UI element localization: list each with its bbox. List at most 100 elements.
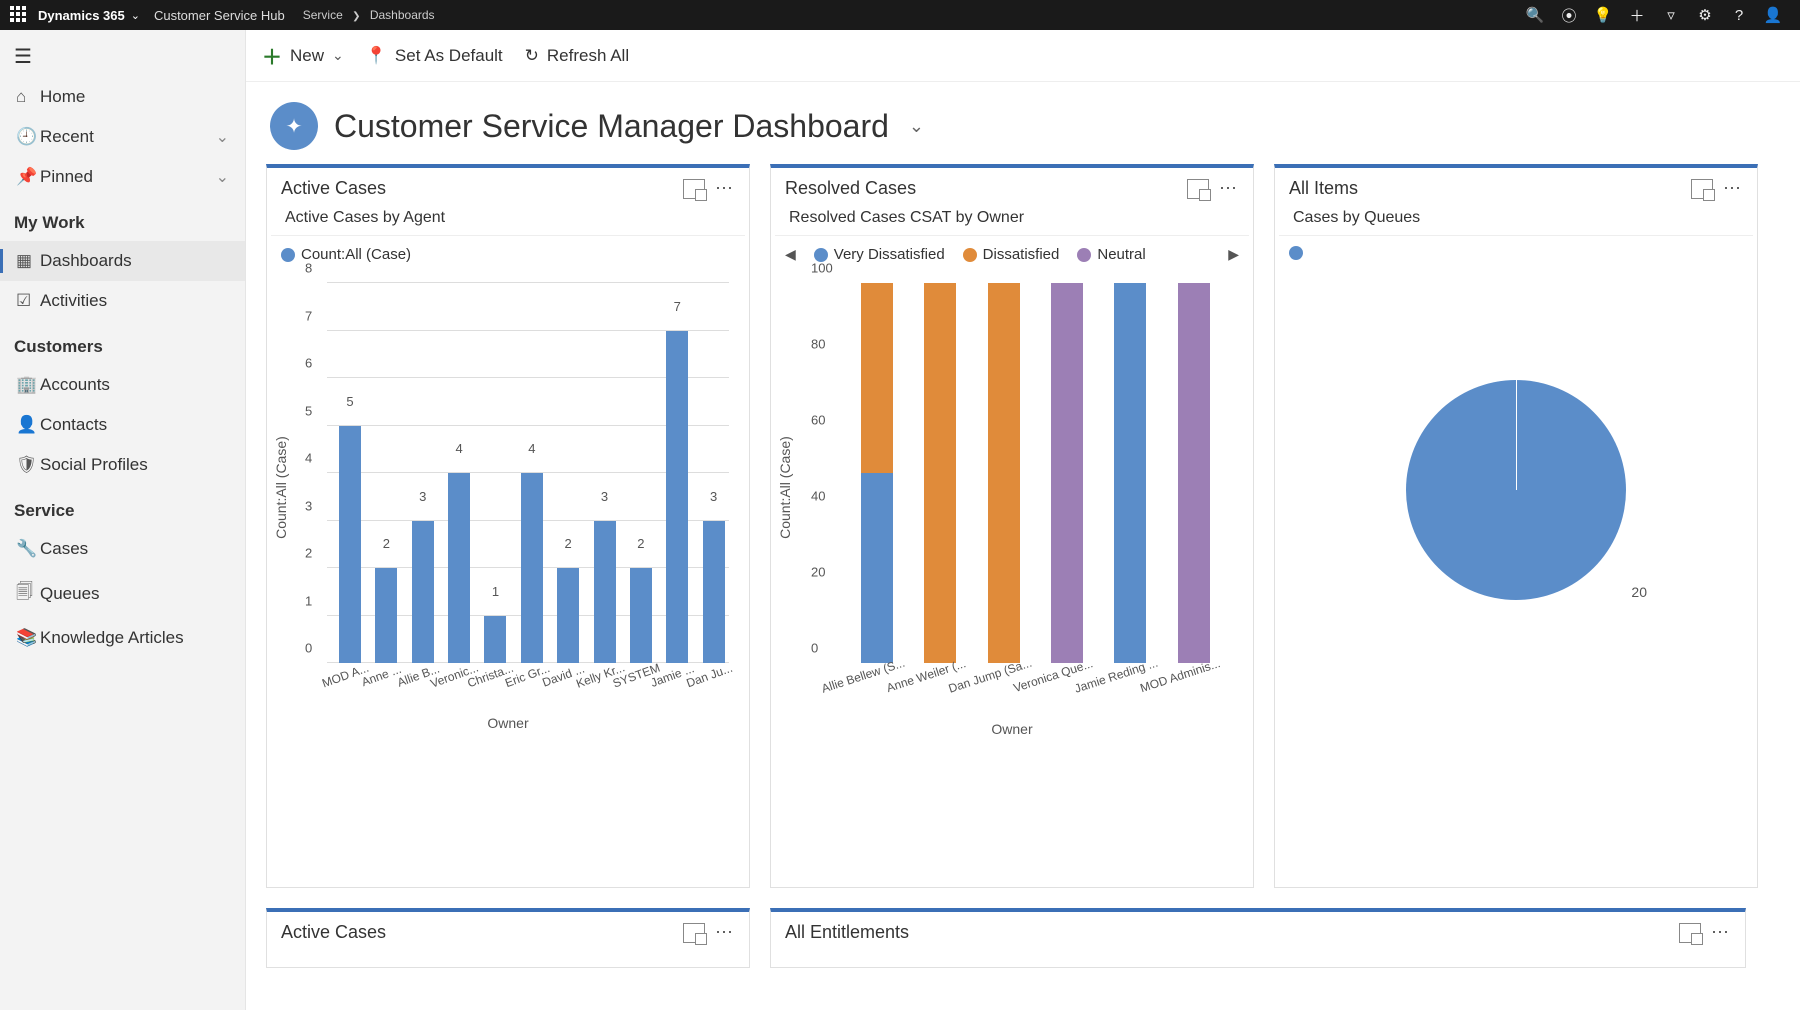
set-default-label: Set As Default [395,46,503,66]
legend-dot-icon [1289,246,1303,260]
expand-icon[interactable] [683,179,705,199]
x-axis-label: Owner [781,719,1243,737]
refresh-all-button[interactable]: ↻ Refresh All [525,46,629,66]
pin-icon: 📌 [16,167,40,187]
page-title: Customer Service Manager Dashboard [334,108,889,145]
card-subtitle: Resolved Cases CSAT by Owner [775,205,1249,236]
legend-prev-icon[interactable]: ◀ [785,246,796,263]
sidebar-item-label: Home [40,87,85,107]
chevron-down-icon[interactable]: ⌄ [131,9,140,22]
chevron-down-icon[interactable]: ⌄ [332,47,344,64]
y-axis-label: Count:All (Case) [777,436,793,539]
main: ＋ New ⌄ 📍Set As Default ↻ Refresh All ✦ Cus… [246,30,1800,1010]
card-subtitle: Active Cases by Agent [271,205,745,236]
bar-chart-active: 01234567852341423273 [327,283,729,663]
book-icon: 📚 [16,628,40,648]
dashboard-badge-icon: ✦ [270,102,318,150]
topbar: Dynamics 365 ⌄ Customer Service Hub Serv… [0,0,1800,30]
new-label: New [290,46,324,66]
sidebar-item-label: Social Profiles [40,455,148,475]
sidebar-item-queues[interactable]: 🗐Queues [0,569,245,618]
card-subtitle: Cases by Queues [1279,205,1753,236]
card-all-entitlements: All Entitlements ⋯ [770,908,1746,968]
card-title: Active Cases [281,922,386,943]
refresh-label: Refresh All [547,46,629,66]
sidebar-item-label: Knowledge Articles [40,628,184,648]
sidebar-item-activities[interactable]: ☑Activities [0,281,245,321]
plus-icon: ＋ [262,41,282,70]
sidebar-item-home[interactable]: ⌂Home [0,77,245,117]
help-icon[interactable]: ? [1722,7,1756,24]
more-icon[interactable]: ⋯ [1711,922,1731,943]
person-icon: 👤 [16,415,40,435]
sidebar-item-recent[interactable]: 🕘Recent ⌄ [0,117,245,157]
sidebar-item-pinned[interactable]: 📌Pinned ⌄ [0,157,245,197]
chevron-down-icon[interactable]: ⌄ [909,116,924,137]
more-icon[interactable]: ⋯ [715,922,735,943]
filter-icon[interactable]: ▿ [1654,6,1688,24]
sidebar-item-label: Recent [40,127,94,147]
card-title: All Entitlements [785,922,909,943]
clock-icon: 🕘 [16,127,40,147]
gear-icon[interactable]: ⚙ [1688,6,1722,24]
sidebar-item-label: Cases [40,539,88,559]
sidebar-section-service: Service [0,485,245,529]
sidebar-item-label: Contacts [40,415,107,435]
legend-dot-icon [281,248,295,262]
more-icon[interactable]: ⋯ [715,178,735,199]
sidebar-item-cases[interactable]: 🔧Cases [0,529,245,569]
sidebar-item-label: Dashboards [40,251,132,271]
more-icon[interactable]: ⋯ [1723,178,1743,199]
building-icon: 🏢 [16,375,40,395]
x-labels: MOD A...Anne ...Allie B...Veronic...Chri… [327,663,739,713]
sidebar-item-accounts[interactable]: 🏢Accounts [0,365,245,405]
brand-label[interactable]: Dynamics 365 [38,8,125,23]
sidebar-item-social[interactable]: 🛡Social Profiles [0,445,245,485]
cards-row: Active Cases ⋯ Active Cases by Agent Cou… [246,160,1800,972]
sidebar-item-label: Queues [40,584,100,604]
y-axis-label: Count:All (Case) [273,436,289,539]
refresh-icon: ↻ [525,46,539,66]
chevron-down-icon[interactable]: ⌄ [216,127,229,147]
breadcrumb: Service ❯ Dashboards [303,8,435,22]
expand-icon[interactable] [1187,179,1209,199]
card-active-cases: Active Cases ⋯ Active Cases by Agent Cou… [266,164,750,888]
legend-label: Very Dissatisfied [834,246,945,263]
user-icon[interactable]: 👤 [1756,6,1790,24]
new-button[interactable]: ＋ New ⌄ [262,41,344,70]
badge-icon: 🛡 [16,455,40,475]
chevron-down-icon[interactable]: ⌄ [216,167,229,187]
sidebar-item-knowledge[interactable]: 📚Knowledge Articles [0,618,245,658]
expand-icon[interactable] [1679,923,1701,943]
sidebar-item-label: Activities [40,291,107,311]
hub-label[interactable]: Customer Service Hub [154,8,285,23]
activity-icon: ☑ [16,291,40,311]
sidebar-item-contacts[interactable]: 👤Contacts [0,405,245,445]
crumb-service[interactable]: Service [303,8,343,22]
chevron-right-icon: ❯ [352,11,360,22]
task-icon[interactable]: ⦿ [1552,5,1586,26]
pie-label: 20 [1631,584,1647,600]
app-launcher-icon[interactable] [10,6,28,24]
sidebar-section-customers: Customers [0,321,245,365]
card-title: Resolved Cases [785,178,916,199]
pie-chart: 20 [1285,270,1747,710]
search-icon[interactable]: 🔍 [1518,6,1552,24]
bulb-icon[interactable]: 💡 [1586,6,1620,24]
expand-icon[interactable] [1691,179,1713,199]
add-icon[interactable]: ＋ [1620,5,1654,26]
expand-icon[interactable] [683,923,705,943]
set-default-button[interactable]: 📍Set As Default [366,46,503,66]
more-icon[interactable]: ⋯ [1219,178,1239,199]
legend-label: Dissatisfied [983,246,1060,263]
card-active-cases-2: Active Cases ⋯ [266,908,750,968]
crumb-dashboards[interactable]: Dashboards [370,8,435,22]
bar-chart-resolved: 020406080100 [841,283,1233,663]
card-title: Active Cases [281,178,386,199]
legend-next-icon[interactable]: ▶ [1228,246,1239,263]
sidebar-item-label: Pinned [40,167,93,187]
card-resolved-cases: Resolved Cases ⋯ Resolved Cases CSAT by … [770,164,1254,888]
hamburger-icon[interactable]: ☰ [0,36,245,77]
sidebar-item-dashboards[interactable]: ▦Dashboards [0,241,245,281]
command-bar: ＋ New ⌄ 📍Set As Default ↻ Refresh All [246,30,1800,82]
